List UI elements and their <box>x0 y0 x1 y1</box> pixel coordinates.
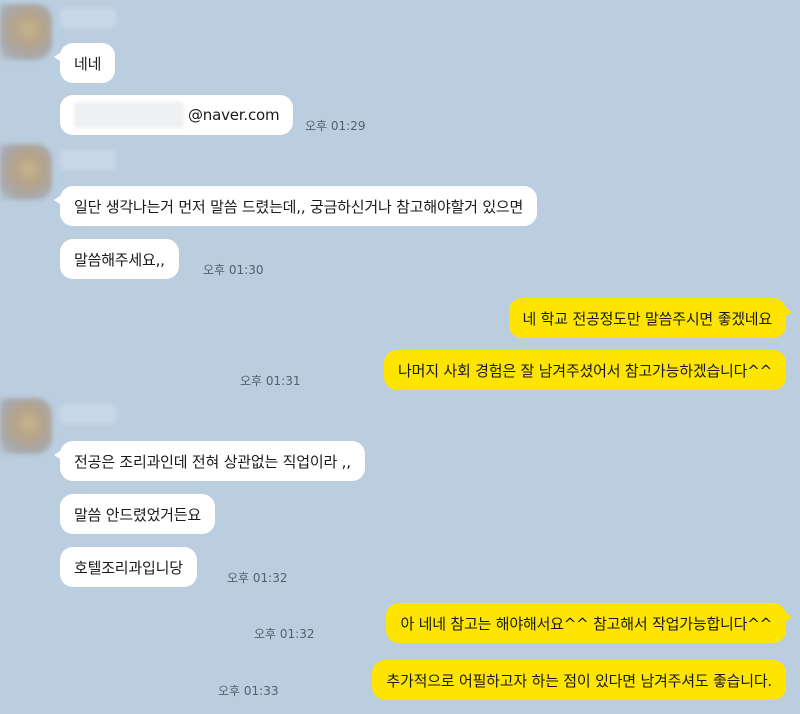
message-time: 오후 01:33 <box>218 684 279 698</box>
message-bubble-sent[interactable]: 네 학교 전공정도만 말씀주시면 좋겠네요 <box>508 298 793 338</box>
message-bubble-sent[interactable]: 나머지 사회 경험은 잘 남겨주셨어서 참고가능하겠습니다^^ <box>384 350 786 390</box>
message-bubble-received[interactable]: 전공은 조리과인데 전혀 상관없는 직업이라 ,, <box>54 441 365 481</box>
sender-avatar[interactable] <box>0 4 52 60</box>
message-bubble-received[interactable]: 말씀해주세요,, <box>60 239 179 279</box>
message-time: 오후 01:29 <box>305 119 366 133</box>
message-bubble-received[interactable]: @naver.com <box>60 95 294 135</box>
message-time: 오후 01:30 <box>203 263 264 277</box>
sender-name <box>60 404 116 424</box>
message-time: 오후 01:31 <box>240 374 301 388</box>
message-bubble-received[interactable]: 호텔조리과입니당 <box>60 547 197 587</box>
message-text: 전공은 조리과인데 전혀 상관없는 직업이라 ,, <box>74 452 351 471</box>
message-text: 네 학교 전공정도만 말씀주시면 좋겠네요 <box>522 309 773 328</box>
message-text: 네네 <box>74 54 102 73</box>
message-bubble-sent[interactable]: 추가적으로 어필하고자 하는 점이 있다면 남겨주셔도 좋습니다. <box>372 660 786 700</box>
message-time: 오후 01:32 <box>254 627 315 641</box>
message-bubble-sent[interactable]: 아 네네 참고는 해야해서요^^ 참고해서 작업가능합니다^^ <box>386 603 792 643</box>
message-text: 나머지 사회 경험은 잘 남겨주셨어서 참고가능하겠습니다^^ <box>398 361 772 380</box>
message-bubble-received[interactable]: 네네 <box>53 43 116 83</box>
sender-avatar[interactable] <box>0 398 52 454</box>
message-text: @naver.com <box>188 106 280 124</box>
message-text: 추가적으로 어필하고자 하는 점이 있다면 남겨주셔도 좋습니다. <box>386 671 772 690</box>
sender-avatar[interactable] <box>0 144 52 200</box>
message-bubble-received[interactable]: 일단 생각나는거 먼저 말씀 드렸는데,, 궁금하신거나 참고해야할거 있으면 <box>53 186 538 226</box>
sender-name <box>60 8 116 28</box>
message-text: 일단 생각나는거 먼저 말씀 드렸는데,, 궁금하신거나 참고해야할거 있으면 <box>74 197 524 216</box>
sender-name <box>60 150 116 170</box>
message-text: 아 네네 참고는 해야해서요^^ 참고해서 작업가능합니다^^ <box>400 614 772 633</box>
message-time: 오후 01:32 <box>227 571 288 585</box>
message-text: 말씀 안드렸었거든요 <box>74 505 201 524</box>
message-text: 말씀해주세요,, <box>74 250 165 269</box>
message-bubble-received[interactable]: 말씀 안드렸었거든요 <box>60 494 215 534</box>
message-text: 호텔조리과입니당 <box>74 558 183 577</box>
redacted-email-user <box>74 102 184 128</box>
